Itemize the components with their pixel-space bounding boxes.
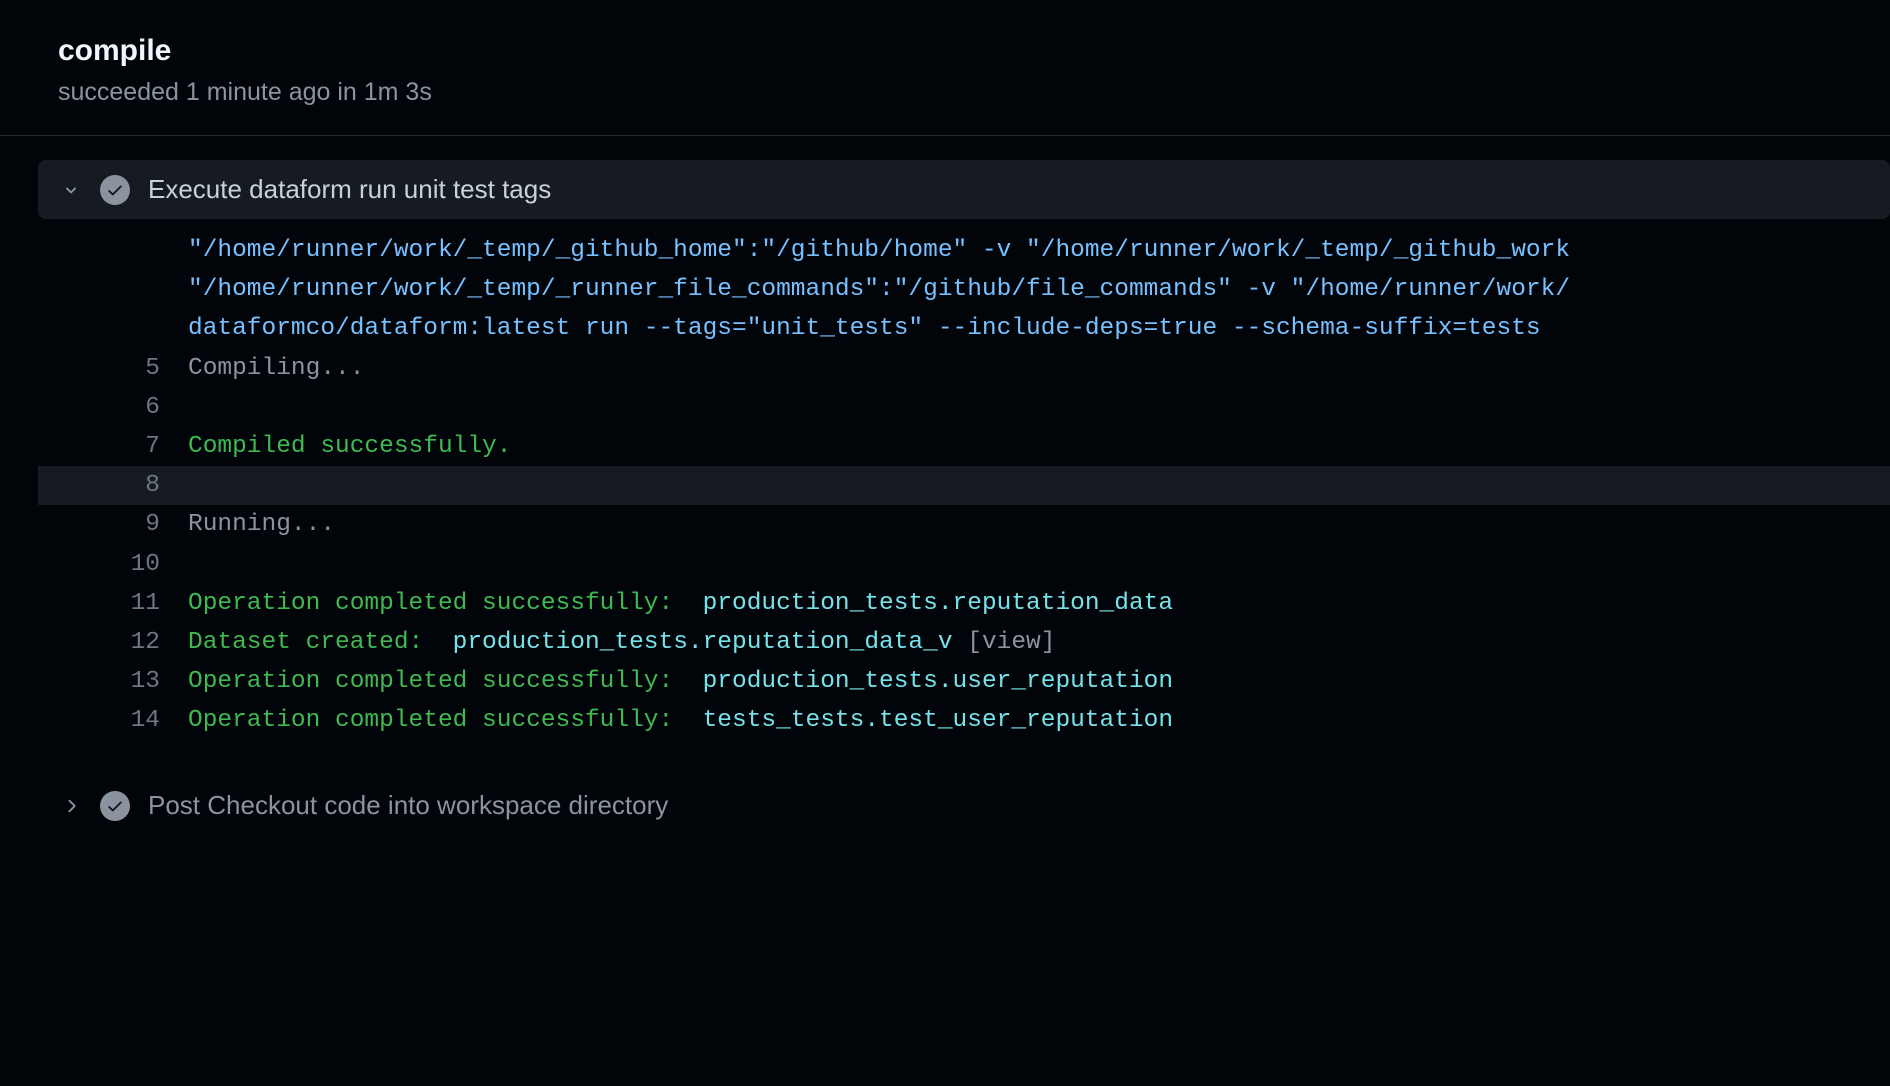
line-number: 9 [38, 505, 188, 544]
line-number [38, 270, 188, 309]
line-number: 12 [38, 623, 188, 662]
log-segment: tests_tests.test_user_reputation [688, 707, 1173, 734]
workflow-step: Execute dataform run unit test tags "/hom… [38, 160, 1890, 740]
job-title: compile [58, 34, 1890, 68]
line-content: "/home/runner/work/_temp/_github_home":"… [188, 231, 1890, 270]
log-output: "/home/runner/work/_temp/_github_home":"… [38, 231, 1890, 740]
log-segment: dataformco/dataform:latest run --tags="u… [188, 315, 1541, 342]
log-segment: Operation completed successfully: [188, 707, 688, 734]
log-segment: production_tests.reputation_data [688, 590, 1173, 617]
line-number: 13 [38, 662, 188, 701]
workflow-step: Post Checkout code into workspace direct… [38, 776, 1890, 835]
step-title: Post Checkout code into workspace direct… [148, 790, 668, 821]
log-segment: Dataset created: [188, 629, 438, 656]
log-segment: "/home/runner/work/_temp/_runner_file_co… [188, 276, 1570, 303]
line-content [188, 388, 1890, 427]
check-circle-icon [100, 791, 130, 821]
log-line[interactable]: 12Dataset created: production_tests.repu… [38, 623, 1890, 662]
line-content: dataformco/dataform:latest run --tags="u… [188, 309, 1890, 348]
line-content: Operation completed successfully: produc… [188, 662, 1890, 701]
chevron-right-icon [60, 795, 82, 817]
log-line[interactable]: 11Operation completed successfully: prod… [38, 584, 1890, 623]
log-line[interactable]: "/home/runner/work/_temp/_github_home":"… [38, 231, 1890, 270]
log-segment: production_tests.reputation_data_v [438, 629, 953, 656]
log-line[interactable]: 7Compiled successfully. [38, 427, 1890, 466]
line-number [38, 231, 188, 270]
log-segment: Running... [188, 511, 335, 538]
header-divider [0, 135, 1890, 136]
step-title: Execute dataform run unit test tags [148, 174, 551, 205]
line-content [188, 466, 1890, 505]
line-content: Compiling... [188, 349, 1890, 388]
log-segment: [view] [953, 629, 1056, 656]
step-header[interactable]: Post Checkout code into workspace direct… [38, 776, 1890, 835]
line-content: Operation completed successfully: tests_… [188, 701, 1890, 740]
line-number: 14 [38, 701, 188, 740]
log-line[interactable]: "/home/runner/work/_temp/_runner_file_co… [38, 270, 1890, 309]
chevron-down-icon [60, 179, 82, 201]
line-number: 11 [38, 584, 188, 623]
log-line[interactable]: 8 [38, 466, 1890, 505]
log-line[interactable]: 5Compiling... [38, 349, 1890, 388]
log-segment: "/home/runner/work/_temp/_github_home":"… [188, 237, 1570, 264]
log-segment: Operation completed successfully: [188, 668, 688, 695]
log-segment: Compiled successfully. [188, 433, 511, 460]
log-segment: Compiling... [188, 355, 364, 382]
line-content: "/home/runner/work/_temp/_runner_file_co… [188, 270, 1890, 309]
line-content: Compiled successfully. [188, 427, 1890, 466]
line-number: 6 [38, 388, 188, 427]
line-content: Operation completed successfully: produc… [188, 584, 1890, 623]
step-header[interactable]: Execute dataform run unit test tags [38, 160, 1890, 219]
line-number: 8 [38, 466, 188, 505]
log-line[interactable]: 10 [38, 545, 1890, 584]
job-subtitle: succeeded 1 minute ago in 1m 3s [58, 78, 1890, 107]
line-number: 7 [38, 427, 188, 466]
line-content: Running... [188, 505, 1890, 544]
line-number: 10 [38, 545, 188, 584]
line-content: Dataset created: production_tests.reputa… [188, 623, 1890, 662]
log-segment: production_tests.user_reputation [688, 668, 1173, 695]
log-line[interactable]: 9Running... [38, 505, 1890, 544]
check-circle-icon [100, 175, 130, 205]
log-line[interactable]: 6 [38, 388, 1890, 427]
log-line[interactable]: dataformco/dataform:latest run --tags="u… [38, 309, 1890, 348]
line-number [38, 309, 188, 348]
log-segment: Operation completed successfully: [188, 590, 688, 617]
line-number: 5 [38, 349, 188, 388]
log-line[interactable]: 14Operation completed successfully: test… [38, 701, 1890, 740]
log-line[interactable]: 13Operation completed successfully: prod… [38, 662, 1890, 701]
job-header: compile succeeded 1 minute ago in 1m 3s [0, 0, 1890, 135]
line-content [188, 545, 1890, 584]
